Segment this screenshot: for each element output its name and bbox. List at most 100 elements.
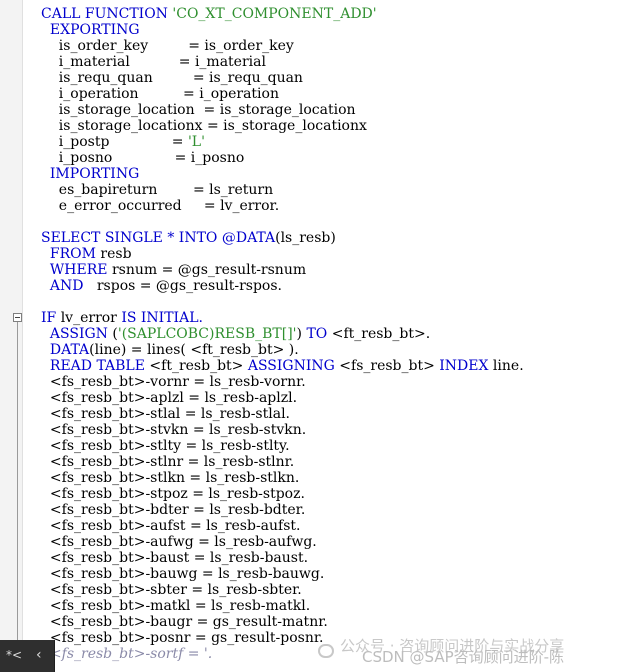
code-token: is_requ_quan = is_requ_quan [41,70,303,86]
code-line[interactable]: <fs_resb_bt>-stlkn = ls_resb-stlkn. [41,470,524,486]
code-token: es_bapireturn = ls_return [41,182,274,198]
keyword-token: ASSIGNING [247,358,335,374]
code-token: ( [107,326,118,342]
code-token: line. [488,358,524,374]
code-token: i_operation = i_operation [41,86,279,102]
code-token: <fs_resb_bt>-aufwg = ls_resb-aufwg. [41,534,317,550]
code-line[interactable]: is_order_key = is_order_key [41,38,524,54]
code-line[interactable]: ASSIGN ('(SAPLCOBC)RESB_BT[]') TO <ft_re… [41,326,524,342]
keyword-token: CALL FUNCTION [41,6,173,22]
code-line[interactable]: EXPORTING [41,22,524,38]
code-line[interactable]: <fs_resb_bt>-stlnr = ls_resb-stlnr. [41,454,524,470]
code-line[interactable]: AND rspos = @gs_result-rspos. [41,278,524,294]
code-token: lv_error [56,310,122,326]
code-line[interactable]: i_material = i_material [41,54,524,70]
code-line[interactable]: <fs_resb_bt>-baugr = gs_result-matnr. [41,614,524,630]
code-line[interactable]: WHERE rsnum = @gs_result-rsnum [41,262,524,278]
code-token: (ls_resb) [275,230,336,246]
code-token: <fs_resb_bt>-stlty = ls_resb-stlty. [41,438,290,454]
code-token: <fs_resb_bt>-bauwg = ls_resb-bauwg. [41,566,325,582]
watermark-brand: CSDN @SAP咨询顾问进阶-陈 [362,648,565,666]
keyword-token: ASSIGN [49,326,108,342]
code-line[interactable] [41,214,524,230]
code-line[interactable]: <fs_resb_bt>-bdter = ls_resb-bdter. [41,502,524,518]
code-line[interactable]: <fs_resb_bt>-aufwg = ls_resb-aufwg. [41,534,524,550]
code-token: (line) = lines( <ft_resb_bt> ). [89,342,299,358]
code-token: <fs_resb_bt>-stlnr = ls_resb-stlnr. [41,454,295,470]
code-token: is_storage_location = is_storage_locatio… [41,102,356,118]
code-token: <fs_resb_bt>-vornr = ls_resb-vornr. [41,374,306,390]
code-token: <ft_resb_bt>. [327,326,431,342]
keyword-token: IF [41,310,57,326]
code-line[interactable]: <fs_resb_bt>-aplzl = ls_resb-aplzl. [41,390,524,406]
code-line[interactable]: CALL FUNCTION 'CO_XT_COMPONENT_ADD' [41,6,524,22]
keyword-token: WHERE [49,262,108,278]
code-line[interactable]: i_operation = i_operation [41,86,524,102]
code-token: is_order_key = is_order_key [41,38,294,54]
code-line[interactable]: is_storage_locationx = is_storage_locati… [41,118,524,134]
keyword-token: INDEX [439,358,489,374]
code-line[interactable]: IMPORTING [41,166,524,182]
code-token: <fs_resb_bt>-sbter = ls_resb-sbter. [41,582,302,598]
keyword-token: TO [306,326,328,342]
code-token: <fs_resb_bt>-baugr = gs_result-matnr. [41,614,328,630]
code-line[interactable]: is_requ_quan = is_requ_quan [41,70,524,86]
code-token: is_storage_locationx = is_storage_locati… [41,118,367,134]
code-token: rspos = @gs_result-rspos. [83,278,282,294]
code-line[interactable]: e_error_occurred = lv_error. [41,198,524,214]
keyword-token: AND [49,278,84,294]
code-line[interactable]: <fs_resb_bt>-sbter = ls_resb-sbter. [41,582,524,598]
code-line[interactable]: FROM resb [41,246,524,262]
code-line[interactable]: es_bapireturn = ls_return [41,182,524,198]
string-token: 'L' [187,134,205,150]
code-line[interactable]: DATA(line) = lines( <ft_resb_bt> ). [41,342,524,358]
code-token: <fs_resb_bt>-aufst = ls_resb-aufst. [41,518,301,534]
code-line[interactable]: SELECT SINGLE * INTO @DATA(ls_resb) [41,230,524,246]
code-token: i_material = i_material [41,54,266,70]
code-token: <fs_resb_bt>-matkl = ls_resb-matkl. [41,598,311,614]
code-token: <fs_resb_bt>-stlal = ls_resb-stlal. [41,406,290,422]
collapse-icon[interactable] [13,313,22,322]
code-line[interactable]: i_postp = 'L' [41,134,524,150]
code-line[interactable]: <fs_resb_bt>-stlty = ls_resb-stlty. [41,438,524,454]
code-token: <ft_resb_bt> [144,358,248,374]
code-token: ) [296,326,307,342]
keyword-token: EXPORTING [49,22,140,38]
code-line[interactable]: <fs_resb_bt>-baust = ls_resb-baust. [41,550,524,566]
code-line[interactable]: i_posno = i_posno [41,150,524,166]
code-line[interactable]: <fs_resb_bt>-vornr = ls_resb-vornr. [41,374,524,390]
code-token: i_posno = i_posno [41,150,245,166]
source-code[interactable]: CALL FUNCTION 'CO_XT_COMPONENT_ADD' EXPO… [41,6,524,662]
code-token: <fs_resb_bt>-posnr = gs_result-posnr. [41,630,324,646]
code-token: <fs_resb_bt>-stvkn = ls_resb-stvkn. [41,422,307,438]
code-line[interactable]: <fs_resb_bt>-stvkn = ls_resb-stvkn. [41,422,524,438]
code-line[interactable]: <fs_resb_bt>-stpoz = ls_resb-stpoz. [41,486,524,502]
modified-indicator: *< [6,648,23,662]
bottom-toolbar: *< ‹ [0,640,55,672]
chevron-left-icon[interactable]: ‹ [36,647,42,663]
code-token: rsnum = @gs_result-rsnum [107,262,307,278]
editor-gutter [0,0,23,672]
code-line[interactable]: <fs_resb_bt>-aufst = ls_resb-aufst. [41,518,524,534]
code-editor[interactable]: CALL FUNCTION 'CO_XT_COMPONENT_ADD' EXPO… [0,0,629,672]
code-line[interactable]: <fs_resb_bt>-bauwg = ls_resb-bauwg. [41,566,524,582]
code-token: i_postp = [41,134,188,150]
fold-guide-line [17,322,18,657]
code-line[interactable]: is_storage_location = is_storage_locatio… [41,102,524,118]
code-line[interactable] [41,294,524,310]
code-line[interactable]: IF lv_error IS INITIAL. [41,310,524,326]
code-line[interactable]: <fs_resb_bt>-matkl = ls_resb-matkl. [41,598,524,614]
wechat-icon [318,644,334,658]
keyword-token: IS INITIAL. [121,310,203,326]
code-line[interactable]: READ TABLE <ft_resb_bt> ASSIGNING <fs_re… [41,358,524,374]
keyword-token: IMPORTING [49,166,140,182]
code-line[interactable]: <fs_resb_bt>-stlal = ls_resb-stlal. [41,406,524,422]
